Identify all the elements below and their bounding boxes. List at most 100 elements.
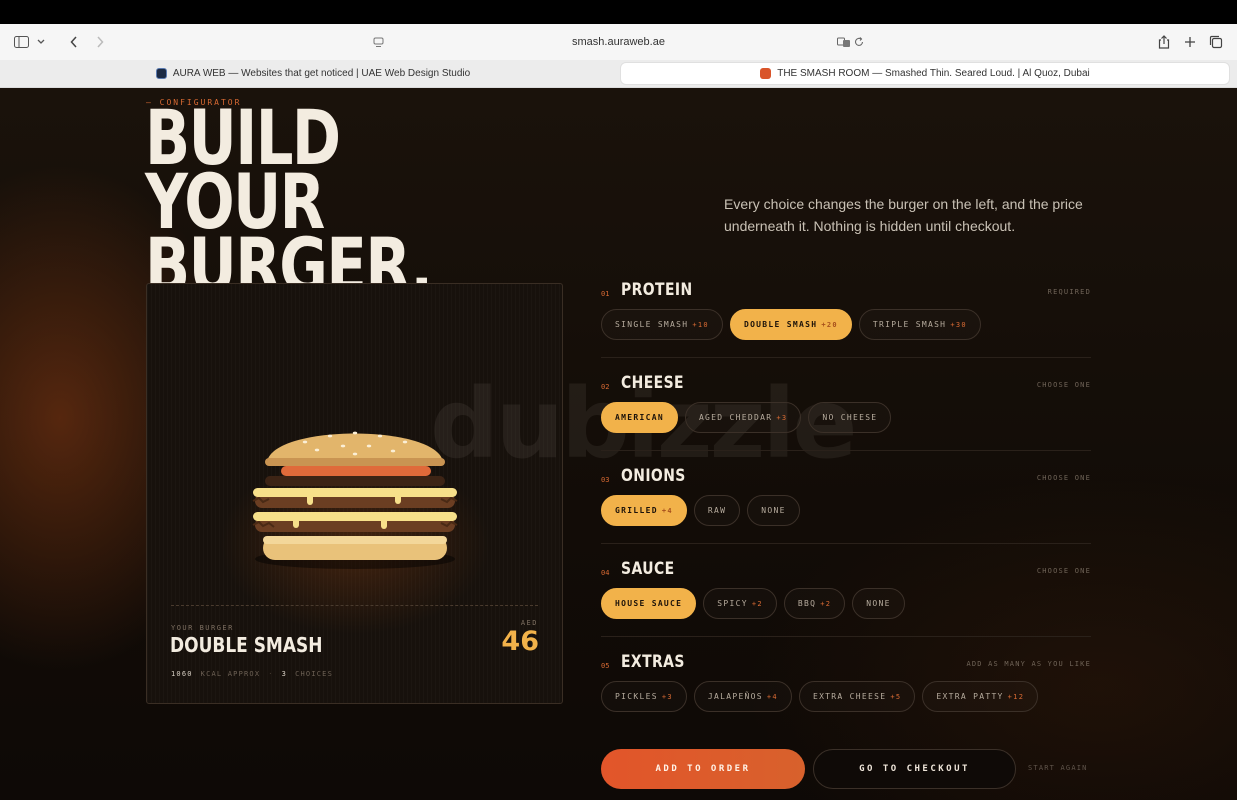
start-again-link[interactable]: START AGAIN — [1028, 764, 1088, 772]
option-pickles[interactable]: PICKLES +3 — [601, 681, 687, 712]
option-label: GRILLED — [615, 506, 658, 515]
option-label: DOUBLE SMASH — [743, 320, 818, 329]
option-single-smash[interactable]: SINGLE SMASH +10 — [601, 309, 723, 340]
hero-description: Every choice changes the burger on the l… — [724, 196, 1083, 234]
option-house-sauce[interactable]: HOUSE SAUCE — [601, 588, 697, 619]
option-double-smash[interactable]: DOUBLE SMASH +20 — [729, 309, 852, 340]
option-price: +20 — [821, 320, 838, 329]
sidebar-toggle-icon[interactable] — [10, 24, 32, 60]
section-divider — [601, 543, 1091, 544]
option-chips: HOUSE SAUCE SPICY +2 BBQ +2 NONE — [601, 588, 905, 619]
section-divider — [601, 450, 1091, 451]
option-extra-patty[interactable]: EXTRA PATTY +12 — [922, 681, 1039, 712]
option-label: AGED CHEDDAR — [698, 413, 773, 422]
tab-bar: AURA WEB — Websites that get noticed | U… — [0, 60, 1237, 88]
tab-smash-room[interactable]: THE SMASH ROOM — Smashed Thin. Seared Lo… — [620, 62, 1230, 85]
option-triple-smash[interactable]: TRIPLE SMASH +30 — [858, 309, 981, 340]
option-price: +4 — [766, 692, 778, 701]
section-title: ONIONS — [621, 466, 686, 486]
section-onions: 03 ONIONS CHOOSE ONE GRILLED +4 RAW NONE — [601, 462, 1091, 552]
burger-illustration — [252, 431, 458, 569]
option-spicy[interactable]: SPICY +2 — [703, 588, 777, 619]
option-raw[interactable]: RAW — [693, 495, 741, 526]
reload-icon[interactable] — [853, 24, 865, 60]
add-to-order-button[interactable]: ADD TO ORDER — [601, 749, 805, 789]
tab-title: AURA WEB — Websites that get noticed | U… — [172, 68, 471, 79]
go-to-checkout-button[interactable]: GO TO CHECKOUT — [813, 749, 1016, 789]
section-rule: CHOOSE ONE — [1036, 474, 1091, 482]
stats-separator: · — [268, 670, 274, 678]
option-none[interactable]: NONE — [747, 495, 800, 526]
option-grilled[interactable]: GRILLED +4 — [601, 495, 687, 526]
share-icon[interactable] — [1156, 24, 1172, 60]
option-price: +30 — [950, 320, 967, 329]
new-tab-icon[interactable] — [1182, 24, 1198, 60]
section-sauce: 04 SAUCE CHOOSE ONE HOUSE SAUCE SPICY +2 … — [601, 555, 1091, 645]
section-title: EXTRAS — [621, 652, 685, 672]
option-label: RAW — [707, 506, 727, 515]
option-jalapenos[interactable]: JALAPEÑOS +4 — [693, 681, 792, 712]
option-aged-cheddar[interactable]: AGED CHEDDAR +3 — [684, 402, 802, 433]
option-label: SINGLE SMASH — [615, 320, 689, 329]
tab-overview-icon[interactable] — [1207, 24, 1225, 60]
option-label: JALAPEÑOS — [707, 692, 763, 701]
burger-name: DOUBLE SMASH — [170, 633, 323, 657]
section-rule: CHOOSE ONE — [1036, 567, 1091, 575]
option-chips: PICKLES +3 JALAPEÑOS +4 EXTRA CHEESE +5 EXT… — [601, 681, 1039, 712]
back-icon[interactable] — [66, 24, 82, 60]
option-american[interactable]: AMERICAN — [601, 402, 678, 433]
smash-favicon-icon — [760, 68, 772, 79]
section-divider — [601, 636, 1091, 637]
section-number: 04 — [601, 569, 610, 577]
translate-icon[interactable] — [836, 24, 852, 60]
chevron-down-icon[interactable] — [34, 24, 48, 60]
choices-value: 3 — [281, 670, 288, 678]
option-chips: AMERICAN AGED CHEDDAR +3 NO CHEESE — [601, 402, 892, 433]
option-label: HOUSE SAUCE — [615, 599, 683, 608]
option-label: SPICY — [717, 599, 748, 608]
url-text[interactable]: smash.auraweb.ae — [572, 36, 665, 48]
section-title: SAUCE — [621, 559, 675, 579]
option-label: BBQ — [797, 599, 817, 608]
option-label: NONE — [866, 599, 891, 608]
browser-toolbar: smash.auraweb.ae — [0, 24, 1237, 60]
option-price: +3 — [661, 692, 673, 701]
choices-label: CHOICES — [295, 670, 333, 678]
kcal-value: 1060 — [171, 670, 193, 678]
page-title: BUILD YOUR BURGER. — [145, 93, 433, 310]
section-extras: 05 EXTRAS ADD AS MANY AS YOU LIKE PICKLE… — [601, 648, 1091, 738]
section-protein: 01 PROTEIN REQUIRED SINGLE SMASH +10 DOUB… — [601, 276, 1091, 366]
aura-favicon-icon — [155, 68, 167, 79]
option-extra-cheese[interactable]: EXTRA CHEESE +5 — [798, 681, 916, 712]
page-content: — CONFIGURATOR BUILD YOUR BURGER. Every … — [0, 88, 1237, 800]
option-chips: SINGLE SMASH +10 DOUBLE SMASH +20 TRIPLE S… — [601, 309, 981, 340]
tab-aura-web[interactable]: AURA WEB — Websites that get noticed | U… — [8, 62, 618, 85]
option-bbq[interactable]: BBQ +2 — [783, 588, 846, 619]
option-price: +4 — [661, 506, 673, 515]
option-label: TRIPLE SMASH — [872, 320, 947, 329]
forward-icon[interactable] — [92, 24, 108, 60]
option-label: EXTRA PATTY — [936, 692, 1004, 701]
option-no-cheese[interactable]: NO CHEESE — [808, 402, 892, 433]
section-rule: CHOOSE ONE — [1036, 381, 1091, 389]
burger-preview-card: YOUR BURGER DOUBLE SMASH AED 46 1060 KCA… — [146, 283, 563, 704]
total-price: 46 — [501, 626, 539, 657]
option-none[interactable]: NONE — [852, 588, 905, 619]
option-price: +10 — [692, 320, 709, 329]
reader-icon[interactable] — [371, 24, 385, 60]
section-rule: REQUIRED — [1047, 288, 1091, 296]
burger-stats: 1060 KCAL APPROX · 3 CHOICES — [171, 670, 333, 678]
section-number: 05 — [601, 662, 610, 670]
option-chips: GRILLED +4 RAW NONE — [601, 495, 800, 526]
option-price: +3 — [776, 413, 788, 422]
section-cheese: 02 CHEESE CHOOSE ONE AMERICAN AGED CHEDD… — [601, 369, 1091, 459]
option-price: +2 — [751, 599, 763, 608]
section-number: 03 — [601, 476, 610, 484]
section-title: PROTEIN — [621, 280, 693, 300]
section-divider — [601, 357, 1091, 358]
option-label: EXTRA CHEESE — [812, 692, 887, 701]
option-price: +12 — [1007, 692, 1025, 701]
preview-divider — [171, 605, 538, 606]
tab-title: THE SMASH ROOM — Smashed Thin. Seared Lo… — [777, 68, 1090, 79]
option-price: +5 — [890, 692, 902, 701]
